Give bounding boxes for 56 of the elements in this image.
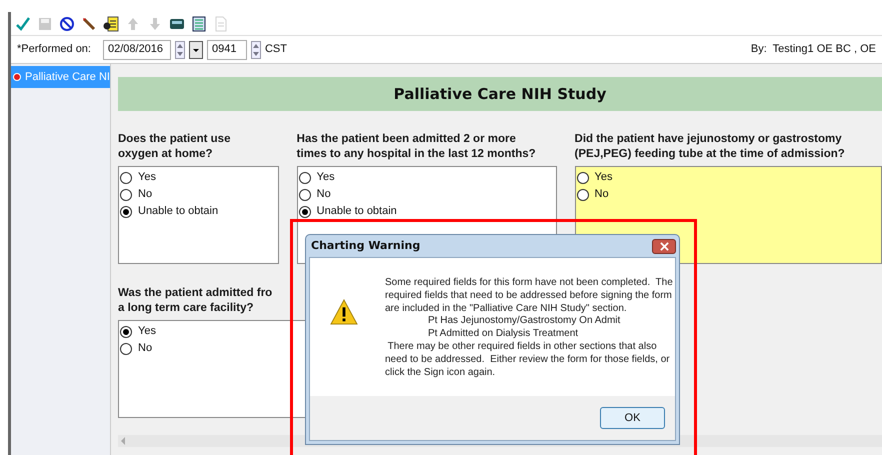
dialog-title: Charting Warning	[311, 238, 420, 254]
radio-button[interactable]	[120, 172, 132, 184]
radio-button[interactable]	[576, 172, 589, 184]
radio-button[interactable]	[298, 188, 311, 200]
message-text: required fields that need to be addressed before signing the form	[385, 290, 672, 303]
option-label: No	[138, 187, 152, 202]
ok-button[interactable]: OK	[600, 407, 665, 429]
message-item: Pt Has Jejunostomy/Gastrostomy On Admit	[428, 315, 620, 328]
question-label: Has the patient been admitted 2 or more	[296, 132, 516, 147]
option-label: No	[316, 187, 331, 202]
message-item: Pt Admitted on Dialysis Treatment	[428, 328, 578, 341]
option-label: Yes	[138, 324, 156, 340]
warning-icon	[330, 299, 358, 325]
performed-by-label: By: Testing1 OE BC , OE	[750, 42, 876, 58]
question-label: Did the patient have jejunostomy or gastrostomy	[574, 132, 842, 147]
checkmark-icon[interactable]	[15, 16, 31, 32]
spinner-icon[interactable]	[250, 40, 261, 58]
message-text: are included in the "Palliative Care NIH Study" section.	[385, 302, 627, 316]
message-text: There may be other required fields in other sections that also	[386, 340, 657, 354]
radio-button[interactable]	[120, 188, 132, 200]
question-label: times to any hospital in the last 12 months?	[296, 147, 536, 162]
question-label: Was the patient admitted fro	[118, 286, 272, 301]
radio-button[interactable]	[120, 326, 132, 338]
close-button[interactable]	[652, 238, 676, 254]
question-label: oxygen at home?	[118, 147, 213, 162]
checklist-icon[interactable]	[191, 16, 207, 32]
option-label: No	[594, 187, 609, 202]
radio-button[interactable]	[120, 206, 132, 218]
date-field[interactable]: 02/08/2016	[102, 40, 171, 60]
option-label: Yes	[594, 170, 612, 186]
radio-button[interactable]	[576, 188, 589, 200]
question-label: a long term care facility?	[118, 301, 254, 316]
option-label: Unable to obtain	[316, 204, 397, 220]
radio-button[interactable]	[120, 342, 132, 354]
pencil-icon[interactable]	[81, 16, 97, 32]
question-label: (PEJ,PEG) feeding tube at the time of admission?	[574, 147, 845, 162]
option-label: Yes	[138, 170, 156, 186]
option-label: Unable to obtain	[138, 204, 218, 220]
cancel-icon[interactable]	[59, 16, 75, 32]
message-text: Some required fields for this form have not been completed. The	[385, 277, 673, 290]
radio-button[interactable]	[298, 172, 311, 184]
dropdown-icon[interactable]	[188, 40, 203, 58]
radio-button[interactable]	[298, 206, 311, 218]
close-icon	[660, 242, 668, 250]
section-header: Palliative Care NIH Study	[118, 77, 882, 111]
option-label: No	[138, 341, 152, 356]
message-text: click the Sign icon again.	[385, 366, 496, 380]
option-label: Yes	[316, 170, 335, 186]
form-icon[interactable]	[103, 16, 119, 32]
spinner-icon[interactable]	[174, 40, 185, 58]
required-dot-icon	[13, 73, 21, 81]
timezone-label: CST	[264, 42, 287, 58]
time-field[interactable]: 0941	[206, 40, 247, 60]
question-label: Does the patient use	[118, 132, 230, 147]
performed-on-label: *Performed on:	[17, 42, 91, 58]
message-text: need to be addressed. Either review the form for those fields, or	[385, 354, 670, 367]
